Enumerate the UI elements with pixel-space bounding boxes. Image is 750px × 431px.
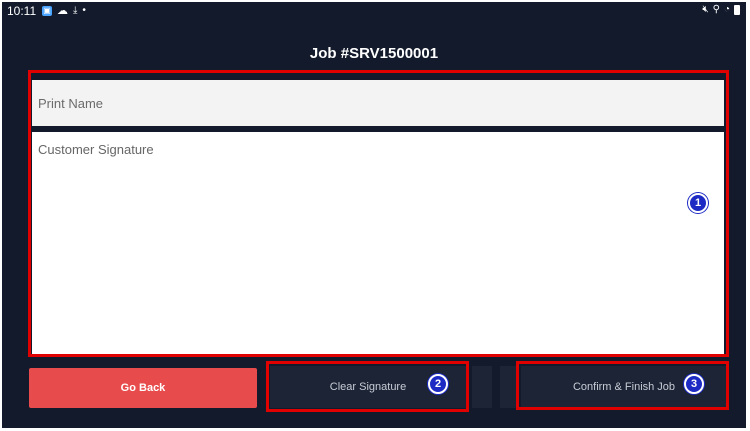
status-icons-left: ▣ ☁ ⤓ •: [42, 4, 86, 17]
annotation-badge-2: 2: [428, 374, 448, 394]
annotation-badge-3: 3: [684, 374, 704, 394]
status-icons-right: 🔇︎ ⚲ ◔: [702, 4, 740, 15]
location-icon: ⚲: [712, 4, 720, 15]
app-notification-icon: ▣: [42, 5, 52, 16]
download-icon: ⤓: [73, 5, 78, 16]
mute-icon: 🔇︎: [702, 4, 709, 15]
button-bar-segment: [500, 366, 516, 408]
dot-icon: •: [82, 5, 86, 16]
cloud-icon: ☁: [57, 5, 68, 17]
battery-icon: [734, 4, 740, 15]
annotation-badge-1: 1: [688, 193, 708, 213]
wifi-icon: ◔: [723, 4, 730, 15]
status-bar: 10:11 ▣ ☁ ⤓ • 🔇︎ ⚲ ◔: [2, 2, 746, 20]
highlight-box-form: [28, 70, 729, 357]
page-title: Job #SRV1500001: [309, 45, 439, 62]
button-bar-segment: [472, 366, 492, 408]
go-back-button[interactable]: Go Back: [29, 368, 257, 408]
status-time: 10:11: [7, 4, 37, 18]
